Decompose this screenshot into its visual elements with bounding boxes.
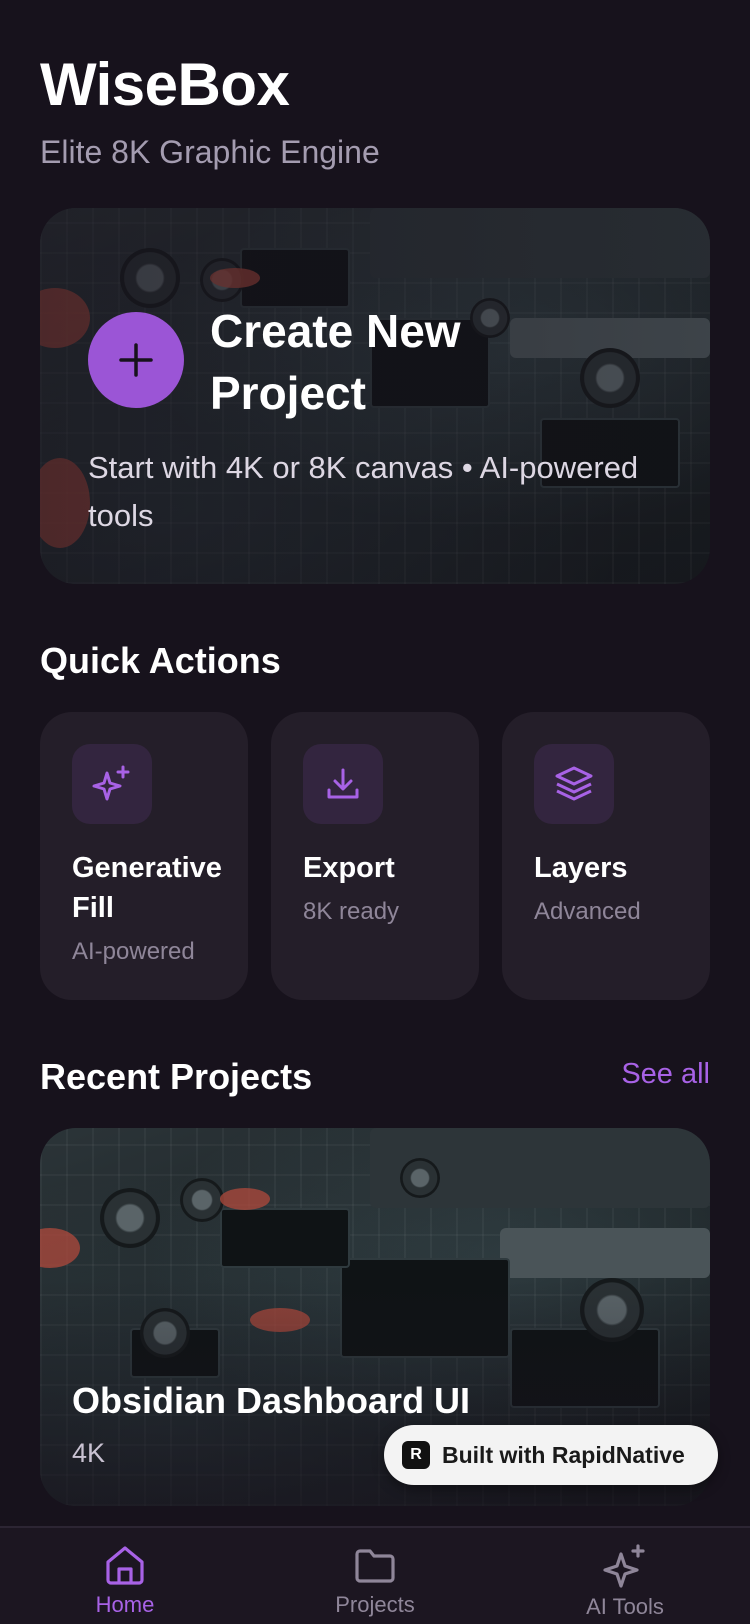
badge-text: Built with RapidNative	[442, 1441, 685, 1468]
nav-item-home[interactable]: Home	[50, 1528, 200, 1624]
nav-label: Home	[95, 1592, 155, 1617]
project-name: Obsidian Dashboard UI	[72, 1380, 471, 1421]
folder-icon	[355, 1549, 395, 1583]
quick-action-title: Generative Fill	[72, 852, 222, 924]
quick-actions-title: Quick Actions	[40, 640, 281, 681]
sparkles-icon	[72, 744, 152, 824]
bottom-nav: Home Projects AI Tools	[0, 1526, 750, 1624]
recent-projects-title: Recent Projects	[40, 1056, 313, 1097]
home-screen: WiseBox Elite 8K Graphic Engine Create N…	[0, 0, 750, 1624]
hero-title: Create New Project	[210, 305, 461, 419]
quick-action-title: Layers	[534, 852, 628, 884]
layers-icon	[534, 744, 614, 824]
download-icon	[303, 744, 383, 824]
quick-action-subtitle: Advanced	[534, 898, 641, 925]
app-title: WiseBox	[40, 51, 290, 118]
quick-action-subtitle: 8K ready	[303, 898, 400, 925]
quick-action-generative-fill[interactable]: Generative Fill AI-powered	[40, 712, 248, 1000]
sparkles-icon	[603, 1544, 645, 1588]
quick-action-title: Export	[303, 852, 395, 884]
create-project-card[interactable]: Create New Project Start with 4K or 8K c…	[40, 208, 710, 584]
app-subtitle: Elite 8K Graphic Engine	[40, 134, 380, 170]
hero-description: Start with 4K or 8K canvas • AI-powered …	[88, 450, 639, 533]
nav-item-projects[interactable]: Projects	[300, 1528, 450, 1624]
see-all-link[interactable]: See all	[621, 1058, 710, 1091]
nav-label: AI Tools	[586, 1594, 664, 1619]
quick-action-layers[interactable]: Layers Advanced	[502, 712, 710, 1000]
quick-action-export[interactable]: Export 8K ready	[271, 712, 479, 1000]
quick-action-subtitle: AI-powered	[72, 938, 195, 965]
rapidnative-logo-icon: R	[402, 1441, 430, 1469]
home-icon	[106, 1546, 144, 1585]
plus-icon[interactable]	[88, 312, 184, 408]
nav-label: Projects	[335, 1592, 415, 1617]
built-with-badge[interactable]: R Built with RapidNative	[384, 1425, 718, 1485]
nav-item-ai-tools[interactable]: AI Tools	[550, 1528, 700, 1624]
project-resolution: 4K	[72, 1438, 106, 1468]
